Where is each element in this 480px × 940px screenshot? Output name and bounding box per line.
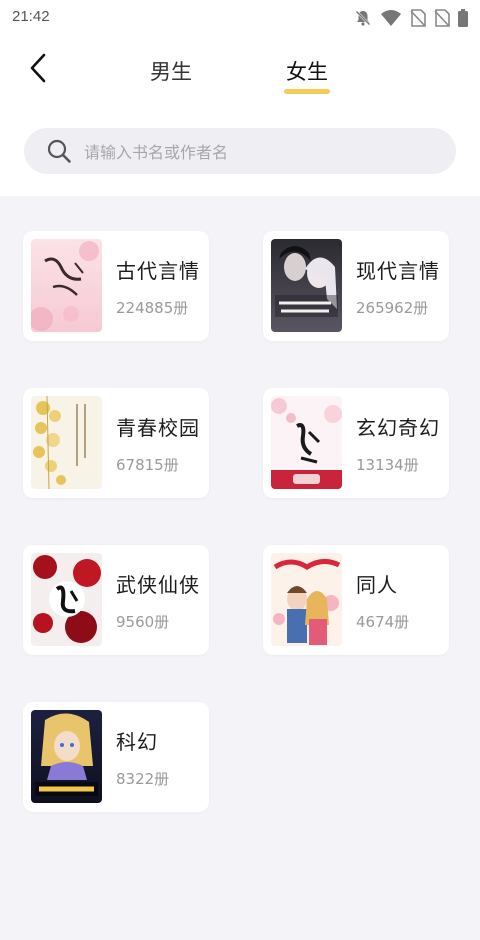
tab-female-label: 女生 [286,60,328,84]
category-count: 9560册 [116,613,170,631]
no-sim-icon [410,9,426,27]
category-card[interactable]: 武侠仙侠 9560册 [23,545,209,655]
category-title: 武侠仙侠 [116,573,200,597]
book-cover-image [271,553,342,646]
tab-male-label: 男生 [150,60,192,84]
category-title: 科幻 [116,730,158,754]
tab-male[interactable]: 男生 [150,56,192,96]
wifi-icon [380,9,402,27]
book-cover-image [31,239,102,332]
search-icon [46,138,72,164]
category-title: 同人 [356,573,398,597]
category-card[interactable]: 青春校园 67815册 [23,388,209,498]
status-icons [354,8,468,28]
book-cover-image [271,396,342,489]
search-input[interactable]: 请输入书名或作者名 [24,128,456,174]
category-title: 青春校园 [116,416,200,440]
no-sim-icon [434,9,450,27]
active-tab-indicator [284,89,330,94]
status-bar: 21:42 [0,0,480,36]
chevron-left-icon [29,53,47,87]
category-card[interactable]: 现代言情 265962册 [263,231,449,341]
status-time: 21:42 [12,8,50,25]
book-cover-image [271,239,342,332]
category-count: 265962册 [356,299,429,317]
category-card[interactable]: 玄幻奇幻 13134册 [263,388,449,498]
category-count: 4674册 [356,613,410,631]
category-count: 8322册 [116,770,170,788]
top-navigation: 男生 女生 [0,40,480,104]
tab-female[interactable]: 女生 [284,56,330,96]
back-button[interactable] [22,52,54,88]
category-title: 现代言情 [356,259,440,283]
category-count: 13134册 [356,456,419,474]
search-placeholder: 请输入书名或作者名 [84,143,229,162]
category-card[interactable]: 古代言情 224885册 [23,231,209,341]
battery-icon [458,9,468,27]
category-count: 67815册 [116,456,179,474]
book-cover-image [31,553,102,646]
category-title: 玄幻奇幻 [356,416,440,440]
book-cover-image [31,396,102,489]
category-count: 224885册 [116,299,189,317]
book-cover-image [31,710,102,803]
category-card[interactable]: 同人 4674册 [263,545,449,655]
category-card[interactable]: 科幻 8322册 [23,702,209,812]
notifications-off-icon [354,9,372,27]
category-title: 古代言情 [116,259,200,283]
